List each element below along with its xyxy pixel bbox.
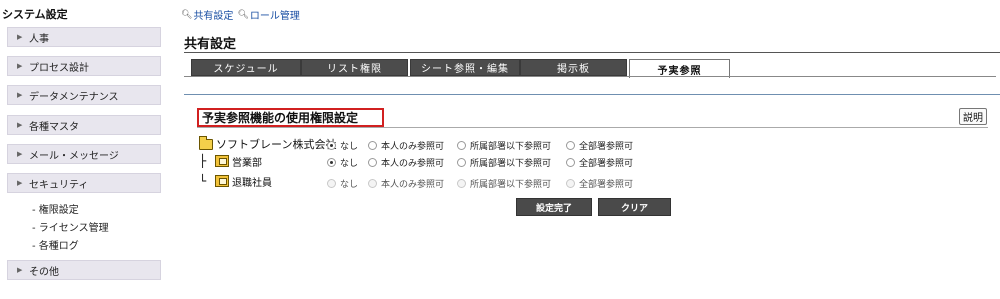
key-icon: 🔍︎ <box>181 9 193 20</box>
radio-label: 本人のみ参照可 <box>381 159 445 169</box>
save-settings-button[interactable]: 設定完了 <box>516 198 592 216</box>
sidebar-item-security[interactable]: ▶ セキュリティ <box>7 173 161 193</box>
sidebar-item-hr[interactable]: ▶ 人事 <box>7 27 161 47</box>
link-label: 共有設定 <box>193 11 234 22</box>
radio-label: なし <box>340 180 359 190</box>
radio-label: 全部署参照可 <box>579 142 634 152</box>
chevron-right-icon: ▶ <box>17 62 23 70</box>
sidebar: システム設定 ▶ 人事 ▶ プロセス設計 ▶ データメンテナンス ▶ 各種マスタ… <box>0 0 164 299</box>
radio-button <box>566 158 575 167</box>
permission-row-retired: └ 退職社員 <box>199 173 272 189</box>
radio-retired-none: なし <box>327 177 358 190</box>
radio-button <box>327 141 336 150</box>
radio-button <box>566 141 575 150</box>
link-label: ロール管理 <box>249 11 300 22</box>
tree-branch-icon: ├ <box>199 154 207 168</box>
radio-retired-self-only: 本人のみ参照可 <box>368 177 444 190</box>
radio-button <box>368 179 377 188</box>
chevron-right-icon: ▶ <box>17 121 23 129</box>
radio-retired-dept-below: 所属部署以下参照可 <box>457 177 551 190</box>
permission-row-company: ソフトブレーン株式会社 <box>199 135 337 152</box>
sidebar-item-data-maintenance[interactable]: ▶ データメンテナンス <box>7 85 161 105</box>
row-label: ソフトブレーン株式会社 <box>216 138 337 151</box>
sidebar-subitem-permissions[interactable]: - 権限設定 <box>32 201 79 216</box>
divider <box>184 76 996 77</box>
radio-button <box>368 141 377 150</box>
radio-label: 所属部署以下参照可 <box>470 142 552 152</box>
radio-button <box>566 179 575 188</box>
radio-label: 所属部署以下参照可 <box>470 159 552 169</box>
divider <box>197 127 988 128</box>
radio-button <box>457 179 466 188</box>
sidebar-item-label: セキュリティ <box>29 179 89 191</box>
radio-label: 全部署参照可 <box>579 180 634 190</box>
department-icon <box>215 155 229 167</box>
sidebar-item-label: データメンテナンス <box>29 91 119 103</box>
sidebar-item-label: メール・メッセージ <box>29 150 119 162</box>
row-label: 退職社員 <box>232 177 272 189</box>
chevron-right-icon: ▶ <box>17 91 23 99</box>
radio-label: 本人のみ参照可 <box>381 142 445 152</box>
radio-label: 全部署参照可 <box>579 159 634 169</box>
tab-sheet-view-edit[interactable]: シート参照・編集 <box>410 59 520 76</box>
tree-end-icon: └ <box>199 174 207 188</box>
radio-company-self-only[interactable]: 本人のみ参照可 <box>368 139 444 152</box>
chevron-right-icon: ▶ <box>17 266 23 274</box>
radio-button <box>457 141 466 150</box>
divider <box>184 52 1000 53</box>
link-sharing-settings[interactable]: 🔍︎ 共有設定 <box>181 7 234 23</box>
radio-sales-none[interactable]: なし <box>327 156 358 169</box>
chevron-right-icon: ▶ <box>17 150 23 158</box>
tab-bulletin-board[interactable]: 掲示板 <box>520 59 627 76</box>
sidebar-item-mail-message[interactable]: ▶ メール・メッセージ <box>7 144 161 164</box>
folder-icon <box>199 135 213 150</box>
chevron-right-icon: ▶ <box>17 33 23 41</box>
radio-label: 本人のみ参照可 <box>381 180 445 190</box>
section-title: 予実参照機能の使用権限設定 <box>197 108 384 127</box>
radio-button <box>368 158 377 167</box>
radio-button <box>457 158 466 167</box>
department-icon <box>215 175 229 187</box>
radio-sales-all-depts[interactable]: 全部署参照可 <box>566 156 633 169</box>
page-title: 共有設定 <box>184 37 237 52</box>
sidebar-item-label: 人事 <box>29 33 49 45</box>
sidebar-subitem-license[interactable]: - ライセンス管理 <box>32 219 109 234</box>
key-icon: 🔍︎ <box>237 9 249 20</box>
sidebar-item-masters[interactable]: ▶ 各種マスタ <box>7 115 161 135</box>
sidebar-item-other[interactable]: ▶ その他 <box>7 260 161 280</box>
radio-retired-all-depts: 全部署参照可 <box>566 177 633 190</box>
radio-company-dept-below[interactable]: 所属部署以下参照可 <box>457 139 551 152</box>
radio-button <box>327 179 336 188</box>
top-links: 🔍︎ 共有設定 🔍︎ ロール管理 <box>181 7 300 23</box>
divider <box>184 94 1000 95</box>
radio-sales-dept-below[interactable]: 所属部署以下参照可 <box>457 156 551 169</box>
tab-list-permissions[interactable]: リスト権限 <box>301 59 408 76</box>
radio-company-all-depts[interactable]: 全部署参照可 <box>566 139 633 152</box>
permission-row-sales: ├ 営業部 <box>199 153 262 169</box>
sidebar-item-process-design[interactable]: ▶ プロセス設計 <box>7 56 161 76</box>
clear-button[interactable]: クリア <box>598 198 671 216</box>
row-label: 営業部 <box>232 157 262 169</box>
help-button[interactable]: 説明 <box>959 108 987 125</box>
radio-company-none[interactable]: なし <box>327 139 358 152</box>
sidebar-title: システム設定 <box>2 8 68 21</box>
link-role-management[interactable]: 🔍︎ ロール管理 <box>237 7 300 23</box>
radio-button <box>327 158 336 167</box>
sidebar-item-label: 各種マスタ <box>29 121 79 133</box>
radio-label: 所属部署以下参照可 <box>470 180 552 190</box>
radio-label: なし <box>340 142 359 152</box>
chevron-right-icon: ▶ <box>17 179 23 187</box>
sidebar-item-label: その他 <box>29 266 59 278</box>
sidebar-subitem-logs[interactable]: - 各種ログ <box>32 237 79 252</box>
radio-label: なし <box>340 159 359 169</box>
tab-schedule[interactable]: スケジュール <box>191 59 301 76</box>
sidebar-item-label: プロセス設計 <box>29 62 89 74</box>
radio-sales-self-only[interactable]: 本人のみ参照可 <box>368 156 444 169</box>
